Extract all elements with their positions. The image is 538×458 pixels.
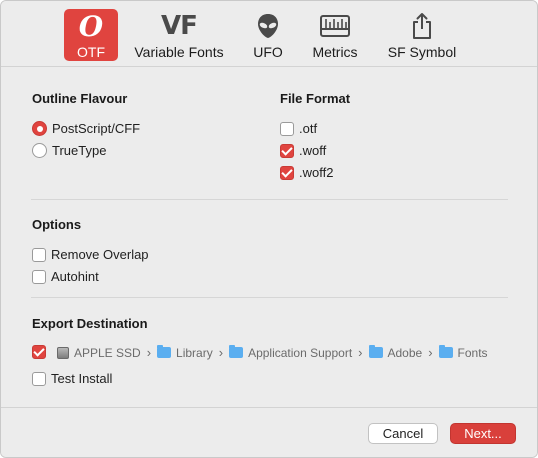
options-title: Options <box>32 217 82 232</box>
radio-label: PostScript/CFF <box>52 121 141 136</box>
checkbox-label: Test Install <box>51 371 113 386</box>
checkbox-export-destination[interactable] <box>32 345 51 359</box>
radio-button[interactable] <box>32 121 47 136</box>
tab-ufo[interactable]: UFO <box>249 9 287 61</box>
path-control[interactable]: APPLE SSD › Library › Application Suppor… <box>57 345 488 360</box>
checkbox-autohint[interactable]: Autohint <box>32 269 99 284</box>
chevron-right-icon: › <box>358 345 363 360</box>
path-segment-label: APPLE SSD <box>74 345 141 360</box>
export-options-panel: Outline Flavour PostScript/CFF TrueType … <box>1 68 537 407</box>
checkbox[interactable] <box>32 345 46 359</box>
checkbox[interactable] <box>280 165 294 180</box>
folder-icon <box>368 345 383 358</box>
dialog-footer: Cancel Next... <box>1 407 537 457</box>
chevron-right-icon: › <box>218 345 224 360</box>
tab-ufo-label: UFO <box>253 44 283 60</box>
file-format-title: File Format <box>280 91 351 106</box>
folder-icon <box>157 345 172 358</box>
tab-variable-fonts-label: Variable Fonts <box>134 44 224 60</box>
radio-postscript-cff[interactable]: PostScript/CFF <box>32 121 140 136</box>
path-segment-disk[interactable]: APPLE SSD <box>57 346 141 360</box>
tab-metrics-label: Metrics <box>312 44 358 60</box>
toolbar: O OTF VF Variable Fonts UFO Metrics SF S… <box>1 1 537 67</box>
tab-otf-label: OTF <box>77 44 105 60</box>
checkbox[interactable] <box>280 121 294 136</box>
path-segment-label: Library <box>176 345 213 360</box>
alien-icon <box>256 11 280 41</box>
checkbox-label: Autohint <box>51 269 99 284</box>
checkbox-otf[interactable]: .otf <box>280 121 317 136</box>
cancel-button[interactable]: Cancel <box>368 423 438 444</box>
checkbox-woff[interactable]: .woff <box>280 143 326 158</box>
checkbox[interactable] <box>32 269 46 284</box>
tab-metrics[interactable]: Metrics <box>307 9 363 61</box>
folder-icon <box>229 345 244 358</box>
path-segment-label: Application Support <box>248 345 353 360</box>
share-icon <box>411 11 433 41</box>
radio-truetype[interactable]: TrueType <box>32 143 106 158</box>
otf-icon: O <box>78 9 104 43</box>
path-segment-label: Fonts <box>457 345 488 360</box>
folder-icon <box>438 345 453 358</box>
chevron-right-icon: › <box>146 345 152 360</box>
export-destination-title: Export Destination <box>32 316 148 331</box>
vf-icon: VF <box>161 11 198 41</box>
checkbox-remove-overlap[interactable]: Remove Overlap <box>32 247 149 262</box>
divider <box>31 199 508 200</box>
next-button[interactable]: Next... <box>450 423 516 444</box>
divider <box>31 297 508 298</box>
tab-otf[interactable]: O OTF <box>64 9 118 61</box>
hard-drive-icon <box>57 346 69 359</box>
path-segment-fonts[interactable]: Fonts <box>438 345 488 360</box>
tab-sf-symbol[interactable]: SF Symbol <box>385 9 459 61</box>
radio-label: TrueType <box>52 143 107 158</box>
checkbox[interactable] <box>32 247 46 262</box>
export-dialog: O OTF VF Variable Fonts UFO Metrics SF S… <box>0 0 538 458</box>
path-segment-adobe[interactable]: Adobe <box>368 345 423 360</box>
path-segment-application-support[interactable]: Application Support <box>229 345 353 360</box>
radio-button[interactable] <box>32 143 47 158</box>
path-segment-label: Adobe <box>387 345 423 360</box>
outline-flavour-title: Outline Flavour <box>32 91 128 106</box>
checkbox-woff2[interactable]: .woff2 <box>280 165 333 180</box>
checkbox-label: .woff <box>299 143 327 158</box>
tab-variable-fonts[interactable]: VF Variable Fonts <box>132 9 226 61</box>
checkbox-label: Remove Overlap <box>51 247 149 262</box>
checkbox-label: .woff2 <box>299 165 334 180</box>
checkbox-test-install[interactable]: Test Install <box>32 371 112 386</box>
checkbox[interactable] <box>32 371 46 386</box>
checkbox-label: .otf <box>299 121 318 136</box>
tab-sf-symbol-label: SF Symbol <box>387 44 457 60</box>
path-segment-library[interactable]: Library <box>157 345 213 360</box>
chevron-right-icon: › <box>428 345 433 360</box>
ruler-icon <box>320 11 350 41</box>
checkbox[interactable] <box>280 143 294 158</box>
